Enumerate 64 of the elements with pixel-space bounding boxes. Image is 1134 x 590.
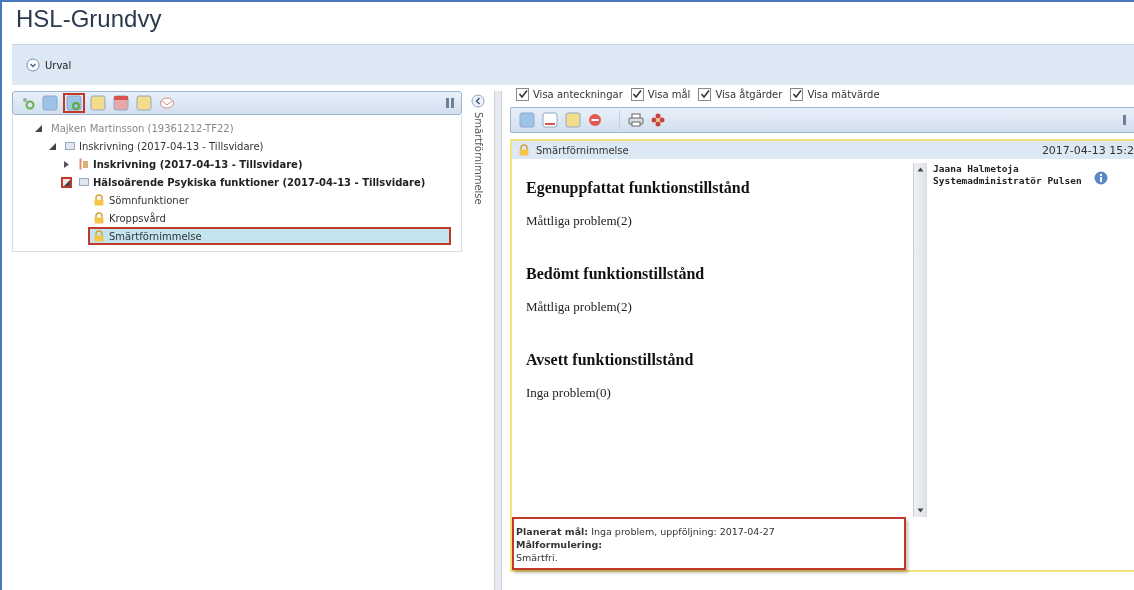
goal-formulation-text: Smärtfri. bbox=[516, 551, 559, 564]
document-icon bbox=[42, 95, 58, 111]
section-heading: Egenuppfattat funktionstillstånd bbox=[526, 179, 751, 197]
print-button[interactable] bbox=[619, 110, 646, 130]
tree-item[interactable]: Smärtförnimmelse bbox=[90, 229, 449, 243]
lock-icon bbox=[93, 194, 105, 206]
tree-item[interactable]: Majken Martinsson (19361212-TF22) bbox=[48, 121, 237, 135]
author-name: Jaana Halmetoja bbox=[933, 163, 1020, 175]
info-icon[interactable] bbox=[1093, 171, 1108, 185]
show-checkbox[interactable]: Visa anteckningar bbox=[516, 87, 623, 101]
stop-icon bbox=[588, 113, 602, 127]
checkmark-icon bbox=[632, 89, 643, 99]
section-value: Inga problem(0) bbox=[526, 385, 612, 401]
show-checkbox[interactable]: Visa åtgärder bbox=[698, 87, 783, 101]
tree-item[interactable]: Sömnfunktioner bbox=[90, 193, 192, 207]
checkmark-icon bbox=[517, 89, 528, 99]
page-title: HSL-Grundvy bbox=[15, 4, 163, 34]
document-icon bbox=[79, 158, 89, 170]
lock-icon bbox=[93, 212, 105, 224]
planned-goal-text: Planerat mål: Inga problem, uppföljning: 2017-04-27 bbox=[516, 525, 776, 538]
collapse-panel-icon[interactable] bbox=[471, 94, 485, 108]
folder-icon bbox=[79, 177, 89, 187]
goal-formulation-label: Målformulering: bbox=[516, 538, 604, 551]
toolbar-button[interactable] bbox=[63, 93, 85, 113]
filter-toggle-button[interactable]: Urval bbox=[26, 58, 72, 72]
chevron-down-icon bbox=[26, 58, 40, 72]
record-timestamp: 2017-04-13 15:2 bbox=[1041, 143, 1134, 157]
tree-item[interactable]: Hälsoärende Psykiska funktioner (2017-04-13 - Tillsvidare) bbox=[76, 175, 429, 189]
scrollbar[interactable] bbox=[913, 163, 926, 517]
toolbar-button[interactable] bbox=[111, 93, 131, 113]
document-icon bbox=[90, 95, 106, 111]
section-heading: Bedömt funktionstillstånd bbox=[526, 265, 706, 283]
document-icon bbox=[565, 112, 581, 128]
section-value: Måttliga problem(2) bbox=[526, 213, 633, 229]
expand-icon[interactable] bbox=[62, 159, 71, 169]
grip-icon[interactable] bbox=[445, 97, 455, 109]
tree-item[interactable]: Inskrivning (2017-04-13 - Tillsvidare) bbox=[76, 157, 306, 171]
folder-icon bbox=[65, 141, 75, 151]
printer-icon bbox=[628, 113, 644, 127]
tree-item[interactable]: Inskrivning (2017-04-13 - Tillsvidare) bbox=[62, 139, 267, 153]
show-checkbox[interactable]: Visa mål bbox=[630, 87, 691, 101]
checkmark-icon bbox=[699, 89, 710, 99]
lock-icon bbox=[93, 230, 105, 242]
grip-icon[interactable] bbox=[1122, 114, 1128, 126]
document-icon bbox=[519, 112, 535, 128]
tree-item[interactable]: Kroppsvård bbox=[90, 211, 169, 225]
calendar-icon bbox=[113, 95, 129, 111]
panel-label: Smärtförnimmelse bbox=[472, 112, 484, 205]
document-icon bbox=[542, 112, 558, 128]
checkmark-icon bbox=[791, 89, 802, 99]
show-checkbox[interactable]: Visa mätvärde bbox=[790, 87, 880, 101]
record-title: Smärtförnimmelse bbox=[536, 144, 629, 156]
flower-icon bbox=[651, 113, 665, 127]
add-icon bbox=[21, 96, 35, 110]
scroll-down-icon[interactable] bbox=[916, 508, 924, 513]
document-icon bbox=[66, 95, 82, 111]
envelope-icon bbox=[159, 96, 175, 110]
author-role: Systemadministratör Pulsen bbox=[933, 175, 1082, 187]
section-value: Måttliga problem(2) bbox=[526, 299, 633, 315]
document-icon bbox=[136, 95, 152, 111]
section-heading: Avsett funktionstillstånd bbox=[526, 351, 695, 369]
scroll-up-icon[interactable] bbox=[916, 167, 924, 172]
lock-icon bbox=[518, 144, 530, 156]
toolbar-button[interactable] bbox=[540, 110, 560, 130]
